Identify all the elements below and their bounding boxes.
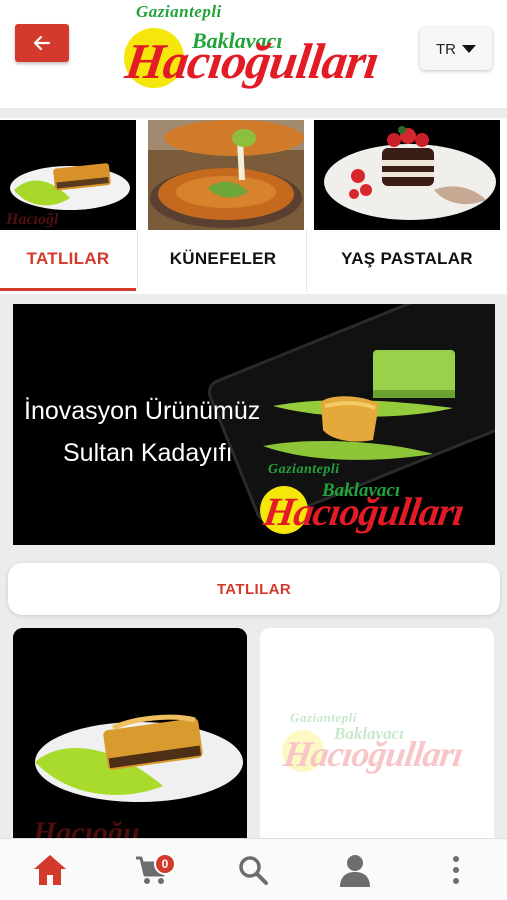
section-header[interactable]: TATLILAR — [8, 563, 500, 615]
tab-tatlilar-label: TATLILAR — [26, 249, 110, 268]
bottom-navigation: 0 — [0, 838, 507, 900]
search-icon — [239, 856, 268, 885]
home-icon — [34, 855, 66, 885]
kunefeler-image — [148, 120, 304, 230]
promo-banner[interactable]: İnovasyon Ürünümüz Sultan Kadayıfı Gazia… — [13, 304, 495, 545]
tatlilar-image: Hacıoğl — [0, 120, 136, 230]
app-header: Gaziantepli Baklavacı Hacıoğulları TR — [0, 0, 507, 108]
banner-logo: Gaziantepli Baklavacı Hacıoğulları — [258, 462, 495, 542]
tab-tatlilar[interactable]: Hacıoğl TATLILAR — [0, 118, 136, 294]
back-button[interactable] — [15, 24, 69, 62]
nav-more[interactable] — [416, 839, 496, 900]
cart-count-badge: 0 — [154, 853, 176, 875]
placeholder-watermark: Gaziantepli Baklavacı Hacıoğulları — [280, 710, 490, 790]
nav-home[interactable] — [10, 839, 90, 900]
nav-cart[interactable]: 0 — [112, 839, 192, 900]
logo-line1: Gaziantepli — [268, 462, 340, 477]
caret-down-icon — [462, 45, 476, 53]
logo-line3: Hacıoğulları — [281, 734, 465, 774]
product-image: Hacıoğu — [13, 628, 247, 848]
brand-logo: Gaziantepli Baklavacı Hacıoğulları — [120, 2, 392, 102]
tab-yas-pastalar-label: YAŞ PASTALAR — [341, 249, 473, 268]
language-value: TR — [436, 40, 456, 58]
active-tab-indicator — [0, 288, 136, 291]
tab-kunefeler[interactable]: KÜNEFELER — [138, 118, 308, 294]
banner-title-line1: İnovasyon Ürünümüz — [24, 397, 261, 425]
logo-line3: Hacıoğulları — [122, 33, 382, 89]
yas-pastalar-image — [314, 120, 500, 230]
tab-kunefeler-label: KÜNEFELER — [169, 249, 277, 268]
logo-line3: Hacıoğulları — [260, 489, 467, 534]
more-vertical-icon — [453, 856, 459, 884]
product-card[interactable]: Hacıoğu — [13, 628, 247, 848]
tab-yas-pastalar[interactable]: YAŞ PASTALAR — [307, 118, 507, 294]
language-selector[interactable]: TR — [420, 28, 492, 70]
category-tabs: Hacıoğl TATLILAR KÜNEFELER YAŞ PASTALAR — [0, 118, 507, 294]
nav-profile[interactable] — [315, 839, 395, 900]
logo-line1: Gaziantepli — [136, 2, 222, 21]
nav-search[interactable] — [213, 839, 293, 900]
banner-title-line2: Sultan Kadayıfı — [63, 439, 233, 467]
arrow-left-icon — [33, 35, 51, 51]
svg-text:Hacıoğl: Hacıoğl — [5, 211, 59, 228]
user-icon — [340, 855, 370, 887]
section-title: TATLILAR — [216, 580, 292, 598]
product-card[interactable]: Gaziantepli Baklavacı Hacıoğulları — [260, 628, 494, 848]
